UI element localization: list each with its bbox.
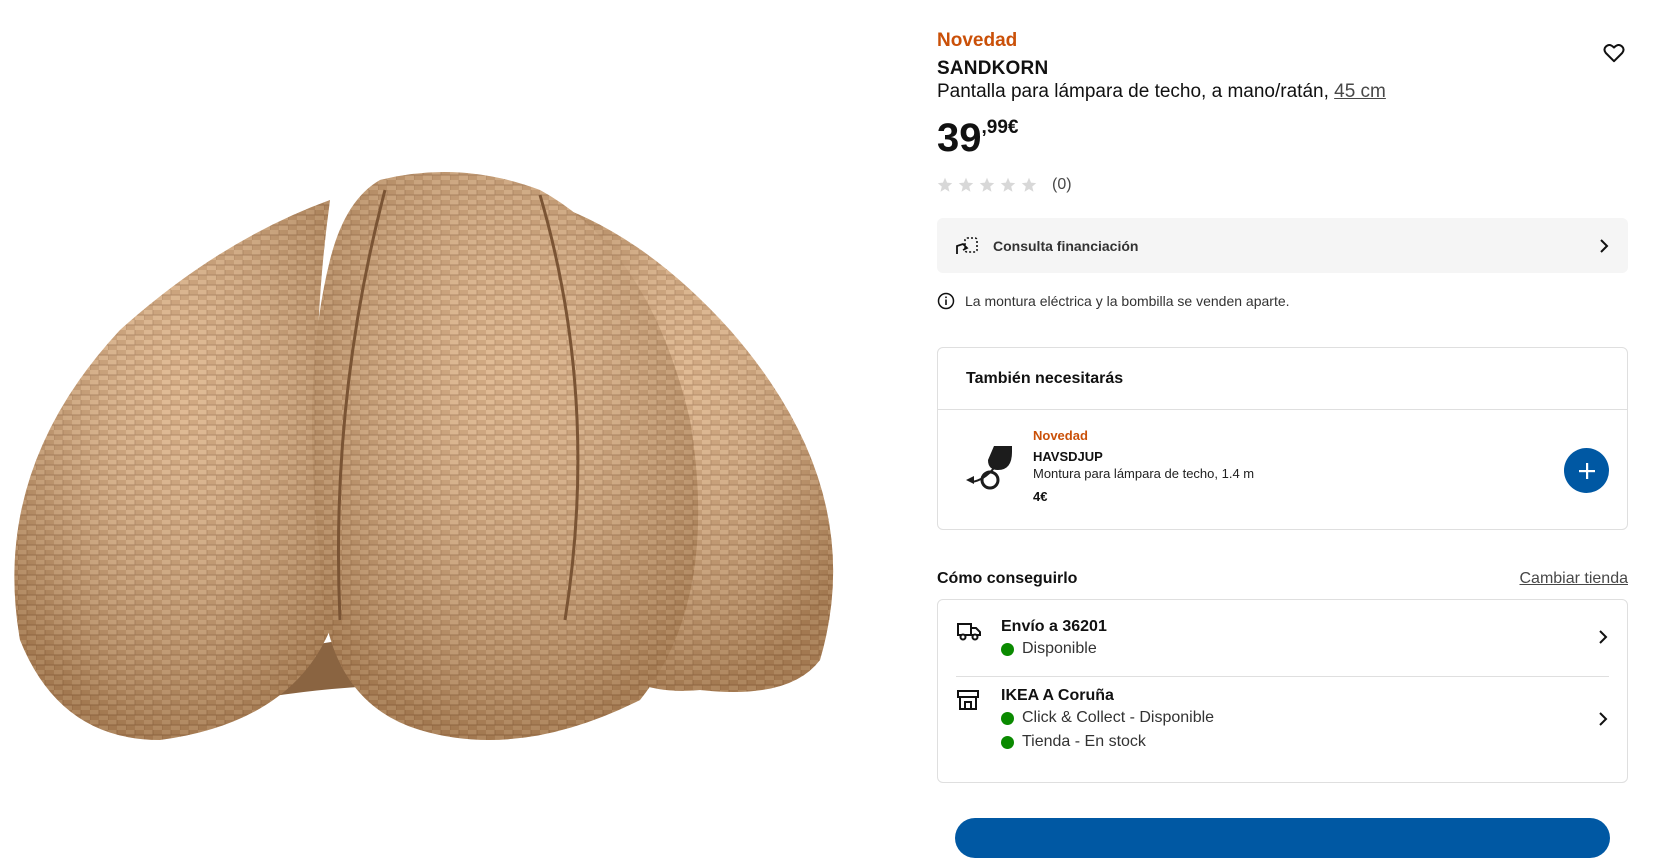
product-name: SANDKORN	[937, 58, 1049, 79]
product-info-panel: Novedad SANDKORN Pantalla para lámpara d…	[937, 30, 1629, 858]
store-option[interactable]: IKEA A Coruña Click & Collect - Disponib…	[938, 677, 1627, 783]
heart-icon	[1603, 44, 1625, 63]
delivery-title: Envío a 36201	[1001, 618, 1107, 635]
accessory-new-badge: Novedad	[1033, 428, 1088, 443]
star-icon	[937, 177, 953, 192]
info-icon	[937, 292, 955, 310]
plus-icon	[1578, 462, 1595, 479]
store-icon	[957, 690, 979, 710]
favorite-button[interactable]	[1600, 39, 1628, 67]
rattan-lampshade-image	[14, 172, 834, 740]
click-collect-text: Click & Collect - Disponible	[1022, 709, 1215, 726]
financing-button[interactable]: Consulta financiación	[937, 218, 1628, 273]
star-icon	[1021, 177, 1037, 192]
truck-icon	[957, 623, 981, 641]
how-to-get-title: Cómo conseguirlo	[937, 570, 1078, 587]
store-stock-status: Tienda - En stock	[1001, 733, 1146, 751]
price-integer: 39	[937, 116, 982, 160]
financing-icon	[956, 236, 978, 254]
accessory-price: 4€	[1033, 489, 1048, 504]
star-icon	[979, 177, 995, 192]
add-accessory-button[interactable]	[1564, 448, 1609, 493]
change-store-link[interactable]: Cambiar tienda	[1520, 570, 1629, 588]
product-description: Pantalla para lámpara de techo, a mano/r…	[937, 81, 1386, 103]
financing-label: Consulta financiación	[993, 237, 1139, 254]
accessory-name: HAVSDJUP	[1033, 449, 1103, 464]
store-stock-text: Tienda - En stock	[1022, 733, 1146, 750]
delivery-option[interactable]: Envío a 36201 Disponible	[938, 600, 1627, 676]
accessory-item[interactable]: Novedad HAVSDJUP Montura para lámpara de…	[938, 410, 1627, 530]
available-dot	[1001, 642, 1014, 656]
price: 39,99€	[937, 116, 1018, 161]
delivery-status: Disponible	[1001, 640, 1097, 658]
product-image[interactable]	[0, 0, 855, 818]
price-decimal: ,99€	[981, 117, 1019, 138]
rating[interactable]: (0)	[937, 176, 1072, 194]
rating-count: (0)	[1052, 176, 1072, 193]
accessory-description: Montura para lámpara de techo, 1.4 m	[1033, 466, 1255, 481]
available-dot	[1001, 711, 1014, 725]
chevron-right-icon	[1600, 238, 1609, 253]
add-to-cart-button[interactable]	[955, 818, 1610, 858]
ceiling-cord-set-image	[966, 446, 1012, 490]
also-need-card: También necesitarás Novedad HAVSDJUP Mon…	[937, 347, 1628, 530]
measure-link[interactable]: 45 cm	[1334, 81, 1386, 102]
store-title: IKEA A Coruña	[1001, 687, 1114, 704]
click-collect-status: Click & Collect - Disponible	[1001, 709, 1214, 727]
notice-text: La montura eléctrica y la bombilla se ve…	[965, 293, 1290, 309]
star-icon	[1000, 177, 1016, 192]
also-need-title: También necesitarás	[938, 348, 1627, 410]
chevron-right-icon	[1599, 630, 1608, 644]
availability-card: Envío a 36201 Disponible IKEA A Coruña C…	[937, 599, 1628, 783]
new-badge: Novedad	[937, 30, 1018, 51]
notice: La montura eléctrica y la bombilla se ve…	[937, 292, 1290, 310]
chevron-right-icon	[1599, 712, 1608, 726]
delivery-status-text: Disponible	[1022, 640, 1097, 657]
product-description-text: Pantalla para lámpara de techo, a mano/r…	[937, 81, 1329, 102]
in-stock-dot	[1001, 735, 1014, 749]
star-icon	[958, 177, 974, 192]
